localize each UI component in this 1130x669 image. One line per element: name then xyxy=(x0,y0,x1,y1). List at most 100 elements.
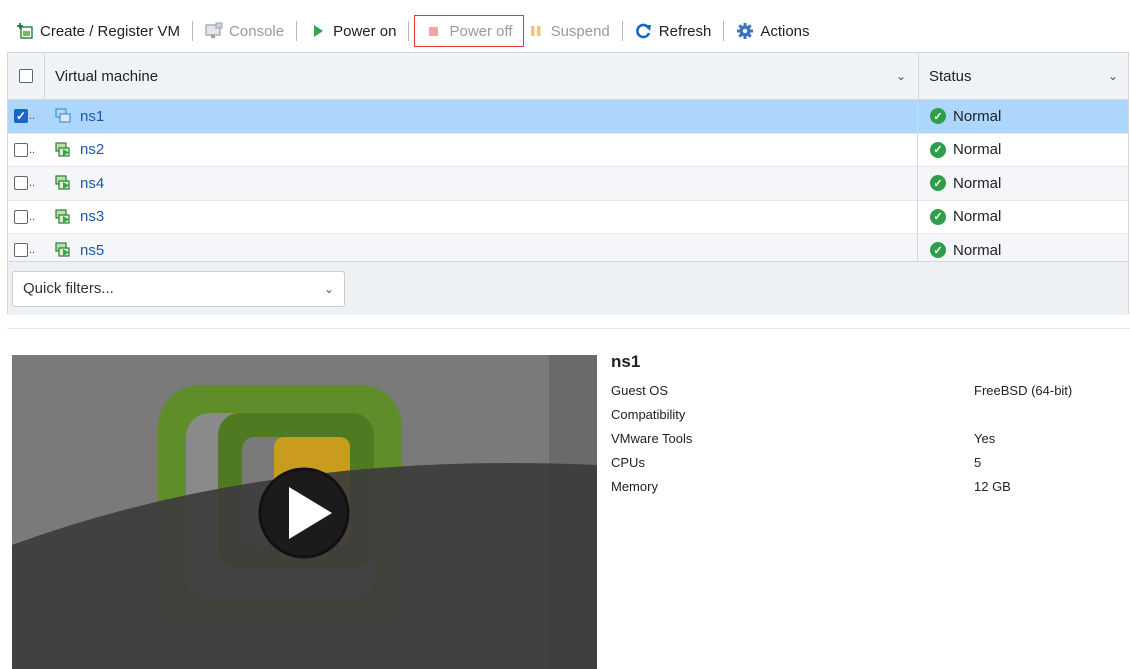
suspend-label: Suspend xyxy=(550,22,610,40)
gear-icon xyxy=(736,22,754,40)
vm-name-cell: ns3 xyxy=(44,200,918,233)
detail-row: Memory 12 GB xyxy=(611,474,1111,498)
status-ok-icon: ✓ xyxy=(930,141,946,158)
row-ellipsis: .. xyxy=(29,177,36,190)
actions-button[interactable]: Actions xyxy=(732,16,813,46)
toolbar-separator xyxy=(621,21,623,41)
console-label: Console xyxy=(229,22,285,40)
vm-name-link[interactable]: ns4 xyxy=(80,175,104,192)
detail-label: Guest OS xyxy=(611,382,669,398)
select-all-checkbox[interactable] xyxy=(19,69,33,83)
vm-powered-on-icon xyxy=(54,241,72,259)
status-text: Normal xyxy=(953,174,1002,192)
chevron-down-icon[interactable]: ⌄ xyxy=(1108,69,1118,83)
detail-label: Compatibility xyxy=(611,406,686,422)
vm-powered-off-icon xyxy=(54,107,72,125)
detail-row: CPUs 5 xyxy=(611,450,1111,474)
status-text: Normal xyxy=(953,141,1002,159)
row-checkbox[interactable]: ✓ xyxy=(14,109,28,124)
detail-value: Yes xyxy=(974,430,996,446)
grid-header: Virtual machine ⌄ Status ⌄ xyxy=(8,53,1128,100)
vm-name-cell: ns5 xyxy=(44,234,918,261)
stop-icon xyxy=(425,22,443,40)
vm-name-cell: ns4 xyxy=(44,167,918,200)
vm-name-cell: ns2 xyxy=(44,133,918,166)
filter-bar: Quick filters... ⌄ xyxy=(8,261,1128,315)
vm-name-link[interactable]: ns1 xyxy=(80,108,104,125)
row-checkbox[interactable] xyxy=(14,209,28,224)
vm-name-cell: ns1 xyxy=(44,100,918,133)
table-row[interactable]: ✓.. ns1 ✓ Normal xyxy=(8,100,1128,134)
toolbar-separator xyxy=(408,21,410,41)
row-checkbox[interactable] xyxy=(14,243,28,258)
vm-details-panel: ns1 Guest OS FreeBSD (64-bit) Compatibil… xyxy=(611,352,1111,498)
pause-icon xyxy=(527,22,545,40)
status-cell: ✓ Normal xyxy=(918,167,1128,200)
vm-name-link[interactable]: ns5 xyxy=(80,242,104,259)
console-monitor-icon xyxy=(205,22,223,40)
status-text: Normal xyxy=(953,241,1002,259)
create-register-vm-button[interactable]: Create / Register VM xyxy=(12,16,184,46)
console-button[interactable]: Console xyxy=(201,16,288,46)
detail-value: 5 xyxy=(974,454,982,470)
section-divider xyxy=(7,328,1130,329)
quick-filters-label: Quick filters... xyxy=(23,280,114,297)
status-text: Normal xyxy=(953,107,1002,125)
detail-label: Memory xyxy=(611,478,658,494)
row-checkbox-cell: .. xyxy=(8,167,44,200)
toolbar-separator xyxy=(296,21,298,41)
toolbar-separator xyxy=(723,21,725,41)
play-icon xyxy=(309,22,327,40)
status-cell: ✓ Normal xyxy=(918,134,1128,167)
row-checkbox-cell: .. xyxy=(8,134,44,167)
status-cell: ✓ Normal xyxy=(918,234,1128,261)
column-header-virtual-machine[interactable]: Virtual machine ⌄ xyxy=(45,53,919,99)
status-cell: ✓ Normal xyxy=(918,201,1128,234)
power-off-label: Power off xyxy=(449,22,513,40)
row-checkbox[interactable] xyxy=(14,176,28,191)
toolbar-separator xyxy=(192,21,194,41)
vm-details-title: ns1 xyxy=(611,352,641,371)
table-row[interactable]: .. ns2 ✓ Normal xyxy=(8,133,1128,167)
row-checkbox-cell: .. xyxy=(8,201,44,234)
row-checkbox[interactable] xyxy=(14,142,28,157)
row-checkbox-cell: .. xyxy=(8,234,44,261)
table-row[interactable]: .. ns4 ✓ Normal xyxy=(8,167,1128,201)
grid-rows: ✓.. ns1 ✓ Normal .. ns2 ✓ Normal .. ns4 … xyxy=(8,100,1128,261)
row-ellipsis: .. xyxy=(29,143,36,156)
row-ellipsis: .. xyxy=(29,110,36,123)
row-ellipsis: .. xyxy=(29,210,36,223)
suspend-button[interactable]: Suspend xyxy=(523,16,614,46)
power-off-button[interactable]: Power off xyxy=(414,15,524,47)
vm-name-link[interactable]: ns2 xyxy=(80,141,104,158)
quick-filters-dropdown[interactable]: Quick filters... ⌄ xyxy=(12,270,345,307)
status-ok-icon: ✓ xyxy=(930,175,946,192)
detail-row: Compatibility xyxy=(611,402,1111,426)
table-row[interactable]: .. ns5 ✓ Normal xyxy=(8,234,1128,261)
vm-name-link[interactable]: ns3 xyxy=(80,208,104,225)
detail-label: VMware Tools xyxy=(611,430,693,446)
vm-powered-on-icon xyxy=(54,141,72,159)
detail-row: VMware Tools Yes xyxy=(611,426,1111,450)
status-ok-icon: ✓ xyxy=(930,208,946,225)
video-thumbnail[interactable] xyxy=(12,355,597,669)
create-vm-icon xyxy=(16,22,34,40)
refresh-icon xyxy=(635,22,653,40)
detail-label: CPUs xyxy=(611,454,645,470)
column-header-status[interactable]: Status ⌄ xyxy=(919,53,1128,99)
row-checkbox-cell: ✓.. xyxy=(8,100,44,133)
detail-row: Guest OS FreeBSD (64-bit) xyxy=(611,378,1111,402)
select-all-cell xyxy=(8,53,45,99)
power-on-button[interactable]: Power on xyxy=(305,16,400,46)
refresh-button[interactable]: Refresh xyxy=(631,16,716,46)
table-row[interactable]: .. ns3 ✓ Normal xyxy=(8,200,1128,234)
column-label-virtual-machine: Virtual machine xyxy=(55,67,159,85)
column-label-status: Status xyxy=(929,67,972,85)
chevron-down-icon[interactable]: ⌄ xyxy=(896,69,906,83)
create-register-vm-label: Create / Register VM xyxy=(40,22,181,40)
status-ok-icon: ✓ xyxy=(930,242,946,259)
vm-grid: Virtual machine ⌄ Status ⌄ ✓.. ns1 ✓ Nor… xyxy=(7,52,1129,315)
vm-powered-on-icon xyxy=(54,174,72,192)
row-ellipsis: .. xyxy=(29,244,36,257)
status-cell: ✓ Normal xyxy=(918,100,1128,133)
